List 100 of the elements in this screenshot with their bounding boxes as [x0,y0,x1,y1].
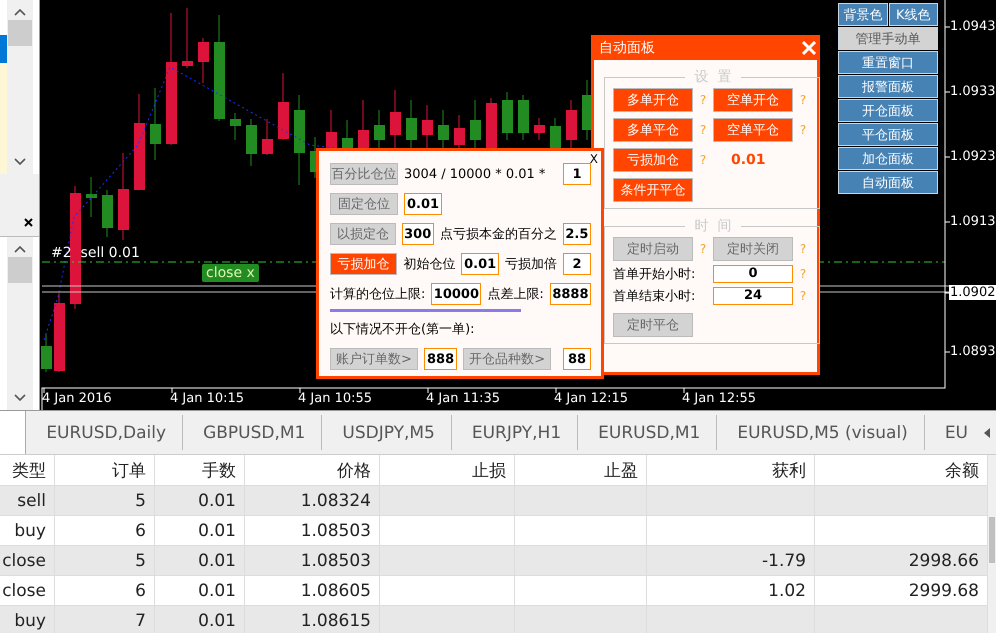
candle [374,110,385,150]
table-cell: -1.79 [647,545,815,575]
price-label: 1.0913 [949,214,996,229]
scroll-thumb[interactable] [989,517,995,563]
panel-button[interactable]: 重置窗口 [838,51,938,74]
value-field[interactable]: 10000 [431,283,482,305]
candle [262,118,273,156]
mode-button[interactable]: 以损定仓 [330,223,396,245]
scroll-thumb[interactable] [8,256,32,282]
hour-field[interactable]: 0 [713,265,793,283]
chart-tab[interactable]: EURJPY,H1 [452,415,578,450]
action-button[interactable]: 空单平仓 [713,118,793,142]
table-cell: 6 [55,575,155,605]
scroll-down-icon[interactable] [14,394,26,402]
formula-text: 3004 / 10000 * 0.01 * [404,166,546,182]
table-cell: 0.01 [155,575,245,605]
column-header[interactable]: 止盈 [515,455,647,485]
panel-button[interactable]: 加仓面板 [838,147,938,170]
scrollbar[interactable] [7,0,33,174]
candle [246,118,257,166]
panel-button[interactable]: 背景色 [838,3,888,26]
mode-button[interactable]: 固定仓位 [330,193,398,215]
time-label: 4 Jan 2016 [42,391,112,406]
table-cell: sell [0,485,55,515]
action-button[interactable]: 多单开仓 [613,88,693,112]
hour-field[interactable]: 24 [713,287,793,305]
time-label: 4 Jan 10:55 [298,391,372,406]
candle [182,8,193,68]
lot-value: 0.01 [730,152,766,168]
value-field[interactable]: 8888 [550,283,591,305]
value-field[interactable]: 0.01 [404,193,442,215]
time-label: 4 Jan 12:15 [554,391,628,406]
scrollbar[interactable] [7,236,33,410]
candle [518,94,529,140]
action-button[interactable]: 空单开仓 [713,88,793,112]
field-label: 点差上限: [487,286,544,303]
value-field[interactable]: 0.01 [461,253,499,275]
chart-tab[interactable]: EURUSD,M5 (visual) [717,415,925,450]
close-order-button[interactable]: close x [202,264,259,282]
column-header[interactable]: 类型 [0,455,55,485]
value-field[interactable]: 2 [563,253,591,275]
scroll-down-icon[interactable] [14,158,26,166]
column-header[interactable]: 余额 [815,455,988,485]
panel-button[interactable]: 自动面板 [838,171,938,194]
action-button[interactable]: 条件开平仓 [613,178,693,202]
close-button[interactable]: X [590,152,598,166]
column-header[interactable]: 手数 [155,455,245,485]
table-cell: 6 [55,515,155,545]
price-label: 1.0923 [949,149,996,164]
column-header[interactable]: 价格 [245,455,380,485]
chart-tab[interactable]: GBPUSD,M1 [183,415,322,450]
column-header[interactable]: 止损 [380,455,515,485]
candle [41,332,52,372]
table-cell: buy [0,605,55,633]
scroll-left-icon[interactable] [984,428,990,438]
table-cell: 1.08324 [245,485,380,515]
panel-button[interactable]: 开仓面板 [838,99,938,122]
panel-button[interactable]: K线色 [888,3,938,26]
field-label: 点亏损本金的百分之 [440,226,557,243]
table-cell: 5 [55,545,155,575]
value-field[interactable]: 888 [424,348,458,370]
table-cell: 7 [55,605,155,633]
table-cell: 1.08615 [245,605,380,633]
value-field[interactable]: 300 [402,223,434,245]
scroll-up-icon[interactable] [14,8,26,16]
mode-button[interactable]: 亏损加仓 [330,253,398,275]
hour-label: 首单开始小时: [613,266,696,283]
field-label: 亏损加倍 [505,256,557,273]
value-field[interactable]: 88 [563,348,591,370]
value-field[interactable]: 2.5 [562,223,591,245]
condition-button[interactable]: 账户订单数> [330,348,418,370]
table-cell: 2998.66 [815,545,988,575]
column-header[interactable]: 获利 [647,455,815,485]
scroll-thumb[interactable] [8,20,32,46]
chart-tab[interactable]: EURUSD,Daily [26,415,184,450]
chart-tab[interactable]: USDJPY,M5 [322,415,452,450]
candle [198,38,209,84]
close-icon[interactable] [24,218,33,227]
panel-button[interactable]: 平仓面板 [838,123,938,146]
candle [502,92,513,140]
column-header[interactable]: 订单 [55,455,155,485]
table-cell: close [0,545,55,575]
candle [534,118,545,140]
candle [390,90,401,150]
mode-button[interactable]: 百分比仓位 [330,163,398,185]
scroll-up-icon[interactable] [14,244,26,252]
candle [358,100,369,150]
current-price-label: 1.0902 [949,285,996,300]
chart-tab[interactable]: EU [924,415,984,450]
condition-button[interactable]: 开仓品种数> [463,348,552,370]
table-cell: 0.01 [155,545,245,575]
action-button[interactable]: 多单平仓 [613,118,693,142]
value-field[interactable]: 1 [563,163,591,185]
action-button[interactable]: 亏损加仓 [613,148,693,172]
section-label: 以下情况不开仓(第一单): [330,321,475,338]
panel-button[interactable]: 报警面板 [838,75,938,98]
chart-tab[interactable]: EURUSD,M1 [578,415,718,450]
candle [230,112,241,140]
field-label: 初始仓位 [403,256,456,273]
time-label: 4 Jan 12:55 [682,391,756,406]
